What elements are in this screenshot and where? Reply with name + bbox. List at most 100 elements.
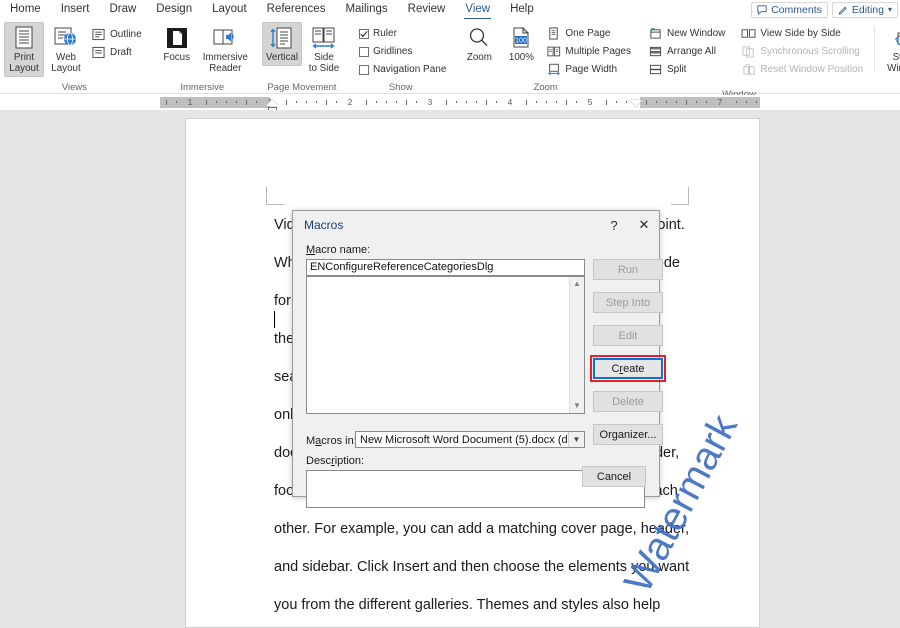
macros-dialog[interactable]: Macros ? ✕ Macro name: ENConfigureRefere…	[292, 210, 666, 508]
tab-home[interactable]: Home	[0, 0, 51, 19]
ribbon-group-views: Print Layout Web Layout Outline Draft Vi…	[0, 19, 149, 94]
step-into-button[interactable]: Step Into	[593, 292, 663, 313]
outline-button[interactable]: Outline	[88, 26, 145, 43]
ruler-tick	[546, 101, 547, 103]
ruler-checkbox-item[interactable]: Ruler	[356, 25, 449, 42]
multiple-pages-button[interactable]: Multiple Pages	[543, 43, 634, 60]
ruler-number: 4	[507, 98, 513, 107]
ruler-area: 1123457	[0, 95, 900, 113]
edit-button[interactable]: Edit	[593, 325, 663, 346]
ruler-tick	[306, 101, 307, 103]
macro-list-scrollbar[interactable]: ▲ ▼	[569, 277, 584, 413]
macro-list[interactable]: ▲ ▼	[306, 276, 585, 414]
draft-button[interactable]: Draft	[88, 44, 145, 61]
organizer-button[interactable]: Organizer...	[593, 424, 663, 445]
ruler-tick	[526, 100, 527, 105]
ruler-tick	[626, 101, 627, 103]
gridlines-label: Gridlines	[373, 46, 413, 57]
ruler-tick	[536, 101, 537, 103]
side-to-side-button[interactable]: Side to Side	[304, 22, 344, 77]
delete-button[interactable]: Delete	[593, 391, 663, 412]
right-indent-marker[interactable]	[630, 100, 642, 107]
synchronous-scrolling-button: Synchronous Scrolling	[738, 43, 866, 60]
tab-insert[interactable]: Insert	[51, 0, 100, 19]
view-side-by-side-button[interactable]: View Side by Side	[738, 25, 866, 42]
ruler-tick	[446, 100, 447, 105]
print-layout-button[interactable]: Print Layout	[4, 22, 44, 77]
tab-view[interactable]: View	[455, 0, 500, 19]
group-label-page-movement: Page Movement	[267, 82, 337, 93]
navigation-pane-checkbox-item[interactable]: Navigation Pane	[356, 61, 449, 78]
zoom-100-label: 100%	[508, 52, 534, 63]
ruler-tick	[416, 101, 417, 103]
ruler-tick	[746, 101, 747, 103]
dialog-title-buttons: ? ✕	[599, 211, 659, 239]
gridlines-checkbox[interactable]	[359, 46, 370, 57]
ruler-tick	[466, 101, 467, 103]
page-width-button[interactable]: Page Width	[543, 61, 634, 78]
close-icon[interactable]: ✕	[629, 211, 659, 239]
text-caret	[274, 311, 275, 328]
tab-references[interactable]: References	[257, 0, 336, 19]
arrange-all-label: Arrange All	[667, 46, 716, 57]
navigation-pane-checkbox[interactable]	[359, 64, 370, 75]
tab-design[interactable]: Design	[146, 0, 202, 19]
ribbon: Print Layout Web Layout Outline Draft Vi…	[0, 19, 900, 100]
chevron-down-icon[interactable]: ▼	[568, 432, 584, 447]
view-side-by-side-icon	[741, 26, 756, 41]
document-paragraph: and sidebar. Click Insert and then choos…	[274, 559, 690, 575]
scroll-up-icon[interactable]: ▲	[573, 277, 581, 291]
web-layout-button[interactable]: Web Layout	[46, 22, 86, 77]
split-button[interactable]: Split	[645, 61, 728, 78]
tab-draw[interactable]: Draw	[99, 0, 146, 19]
outline-label: Outline	[110, 29, 142, 40]
one-page-label: One Page	[565, 28, 611, 39]
vertical-page-icon	[270, 25, 294, 51]
side-to-side-label-2: to Side	[308, 63, 340, 74]
ruler-tick	[556, 101, 557, 103]
zoom-button[interactable]: Zoom	[459, 22, 499, 66]
zoom-100-button[interactable]: 100 100%	[501, 22, 541, 66]
scroll-down-icon[interactable]: ▼	[573, 399, 581, 413]
first-line-indent-marker[interactable]	[266, 99, 278, 106]
ribbon-tab-bar: Home Insert Draw Design Layout Reference…	[0, 0, 900, 19]
focus-icon	[165, 25, 189, 51]
split-label: Split	[667, 64, 687, 75]
page-width-icon	[546, 62, 561, 77]
tab-layout[interactable]: Layout	[202, 0, 257, 19]
tab-help[interactable]: Help	[500, 0, 544, 19]
print-layout-label-2: Layout	[9, 63, 39, 74]
reset-window-position-icon	[741, 62, 756, 77]
ruler-marks: 1123457	[160, 97, 760, 108]
ruler-tick	[376, 101, 377, 103]
switch-windows-button[interactable]: Switch Windows ▾	[883, 22, 900, 88]
help-icon[interactable]: ?	[599, 211, 629, 239]
ruler-tick	[396, 101, 397, 103]
one-page-button[interactable]: One Page	[543, 25, 634, 42]
macro-name-input[interactable]: ENConfigureReferenceCategoriesDlg	[306, 259, 585, 276]
macros-in-combobox[interactable]: New Microsoft Word Document (5).docx (do…	[355, 431, 585, 448]
editing-mode-button[interactable]: Editing ▾	[831, 1, 898, 18]
tab-mailings[interactable]: Mailings	[335, 0, 397, 19]
word-window: Home Insert Draw Design Layout Reference…	[0, 0, 900, 628]
navigation-pane-label: Navigation Pane	[373, 64, 447, 75]
tab-review[interactable]: Review	[398, 0, 456, 19]
new-window-button[interactable]: New Window	[645, 25, 728, 42]
ruler-tick	[666, 101, 667, 103]
arrange-all-button[interactable]: Arrange All	[645, 43, 728, 60]
multiple-pages-label: Multiple Pages	[565, 46, 631, 57]
ruler-tick	[326, 100, 327, 105]
ruler-tick	[496, 101, 497, 103]
immersive-reader-button[interactable]: Immersive Reader	[199, 22, 252, 77]
run-button[interactable]: Run	[593, 259, 663, 280]
comments-button[interactable]: Comments	[751, 1, 828, 18]
svg-text:100: 100	[516, 38, 528, 45]
horizontal-ruler[interactable]: 1123457	[160, 97, 760, 113]
ruler-checkbox[interactable]	[359, 28, 370, 39]
create-button[interactable]: Create	[593, 358, 663, 379]
gridlines-checkbox-item[interactable]: Gridlines	[356, 43, 449, 60]
vertical-button[interactable]: Vertical	[261, 22, 303, 66]
print-layout-label-1: Print	[13, 52, 35, 63]
focus-button[interactable]: Focus	[157, 22, 197, 66]
cancel-button[interactable]: Cancel	[582, 466, 646, 487]
